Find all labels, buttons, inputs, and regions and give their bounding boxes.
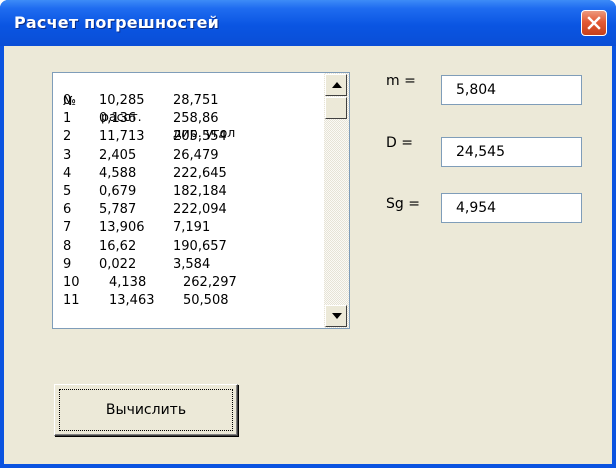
cell-distance: 4,588 <box>99 165 137 181</box>
cell-number: 6 <box>63 202 72 218</box>
cell-number: 8 <box>63 238 72 254</box>
m-field[interactable]: 5,804 <box>441 75 582 105</box>
cell-angle: 190,657 <box>173 238 227 254</box>
arrow-down-icon <box>332 313 342 319</box>
cell-distance: 10,285 <box>99 93 145 108</box>
sg-label: Sg = <box>386 196 420 212</box>
cell-angle: 205,554 <box>173 129 227 145</box>
arrow-up-icon <box>332 82 342 88</box>
scroll-up-button[interactable] <box>325 74 347 96</box>
cell-angle: 182,184 <box>173 184 227 199</box>
close-button[interactable] <box>581 10 607 36</box>
cell-angle: 26,479 <box>173 147 219 163</box>
data-listbox[interactable]: № расст. дир. угол 0 10,285 28,751 1 0,136 25… <box>52 72 350 329</box>
app-window: Расчет погрешностей № расст. дир. угол 0… <box>0 0 616 468</box>
cell-number: 4 <box>63 165 72 181</box>
calculate-button-label: Вычислить <box>105 402 187 418</box>
sg-field[interactable]: 4,954 <box>441 193 582 223</box>
title-bar[interactable]: Расчет погрешностей <box>0 0 616 46</box>
m-label: m = <box>386 73 416 89</box>
cell-number: 5 <box>63 184 72 199</box>
cell-distance: 5,787 <box>99 202 137 218</box>
cell-distance: 16,62 <box>99 238 137 254</box>
list-header: № расст. дир. угол <box>53 77 235 140</box>
cell-distance: 0,022 <box>99 256 137 272</box>
cell-angle: 222,094 <box>173 202 227 218</box>
client-area: № расст. дир. угол 0 10,285 28,751 1 0,136 25… <box>4 46 612 464</box>
cell-number: 3 <box>63 147 72 163</box>
d-label: D = <box>386 135 413 151</box>
vertical-scrollbar[interactable] <box>324 73 349 328</box>
cell-distance: 13,906 <box>99 220 145 236</box>
cell-angle: 222,645 <box>173 165 227 181</box>
cell-distance: 0,136 <box>99 111 137 127</box>
cell-distance: 11,713 <box>99 129 145 145</box>
cell-number: 1 <box>63 111 72 127</box>
calculate-button[interactable]: Вычислить <box>54 384 238 436</box>
scroll-thumb[interactable] <box>325 97 347 119</box>
cell-angle: 50,508 <box>183 293 229 309</box>
cell-number: 0 <box>63 93 72 108</box>
cell-angle: 258,86 <box>173 111 219 127</box>
scroll-down-button[interactable] <box>325 305 347 327</box>
close-icon <box>587 16 601 30</box>
cell-distance: 0,679 <box>99 184 137 199</box>
cell-angle: 262,297 <box>183 275 237 290</box>
cell-number: 9 <box>63 256 72 272</box>
cell-angle: 3,584 <box>173 256 211 272</box>
cell-number: 7 <box>63 220 72 236</box>
cell-angle: 28,751 <box>173 93 219 108</box>
cell-distance: 2,405 <box>99 147 137 163</box>
cell-angle: 7,191 <box>173 220 211 236</box>
cell-number: 11 <box>63 293 80 309</box>
cell-number: 10 <box>63 275 80 290</box>
d-field[interactable]: 24,545 <box>441 137 582 167</box>
window-title: Расчет погрешностей <box>14 13 220 32</box>
cell-distance: 4,138 <box>109 275 147 290</box>
cell-distance: 13,463 <box>109 293 155 309</box>
cell-number: 2 <box>63 129 72 145</box>
